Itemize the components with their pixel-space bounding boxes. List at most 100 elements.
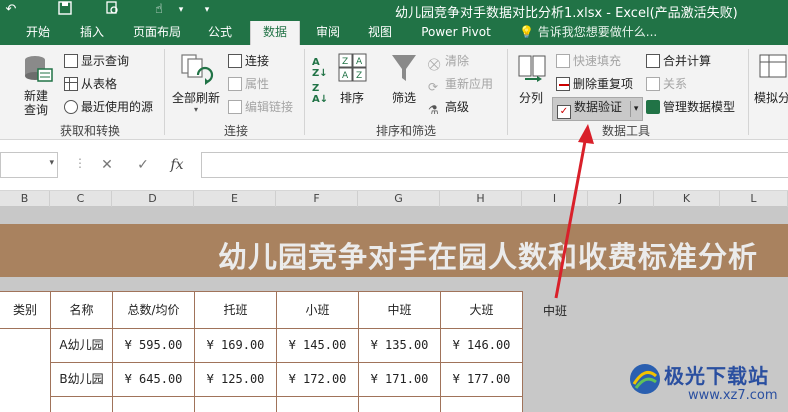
row-value-cell[interactable] [276,396,359,412]
remove-duplicates-button[interactable]: 删除重复项 [556,76,633,92]
row-value-cell[interactable]: ¥ 135.00 [358,328,441,363]
advanced-filter-button[interactable]: ⚗ 高级 [428,99,469,117]
header-cell-name[interactable]: 名称 [50,291,113,329]
reapply-icon: ⟳ [428,80,439,94]
tab-formulas[interactable]: 公式 [198,21,242,45]
column-header[interactable]: L [720,191,788,207]
tab-page-layout[interactable]: 页面布局 [126,21,188,45]
header-cell-middle[interactable]: 中班 [358,291,441,329]
edit-links-button[interactable]: 编辑链接 [228,99,293,115]
aurora-logo-icon [630,364,660,394]
data-validation-dropdown-icon[interactable]: ▾ [629,101,638,117]
qat-customize-chevron-icon[interactable]: ▾ [172,1,190,19]
tab-power-pivot[interactable]: Power Pivot [416,21,496,45]
watermark: 极光下载站 www.xz7.com [626,358,786,410]
from-table-button[interactable]: 从表格 [64,76,117,92]
filter-label: 筛选 [392,91,417,105]
column-header[interactable]: C [50,191,112,207]
header-cell-junior[interactable]: 小班 [276,291,359,329]
clear-filter-button[interactable]: ⛒ 清除 [428,53,469,71]
sort-za-small-button[interactable]: Z A↓ [312,83,330,107]
row-value-cell[interactable]: ¥ 125.00 [194,362,277,397]
row-value-cell[interactable] [112,396,195,412]
row-value-cell[interactable]: ¥ 171.00 [358,362,441,397]
tab-view[interactable]: 视图 [360,21,400,45]
group-label-data-tools: 数据工具 [602,124,651,138]
row-value-cell[interactable] [440,396,523,412]
text-to-columns-button[interactable]: 分列 [515,53,549,117]
sort-descending-icon: Z A↓ [312,83,329,105]
cancel-entry-button[interactable]: ✕ [96,154,118,176]
group-label-sort-filter: 排序和筛选 [376,124,437,138]
column-header[interactable]: D [112,191,194,207]
row-name-cell[interactable]: A幼儿园 [50,328,113,363]
tab-review[interactable]: 审阅 [308,21,348,45]
group-separator [164,49,165,135]
reapply-button[interactable]: ⟳ 重新应用 [428,76,493,94]
recent-sources-button[interactable]: 最近使用的源 [64,99,153,115]
tab-data[interactable]: 数据 [250,21,300,45]
text-to-columns-icon [518,55,546,82]
group-separator [748,49,749,135]
column-header[interactable]: F [276,191,358,207]
tab-home[interactable]: 开始 [18,21,58,45]
sort-button[interactable]: Z A A Z 排序 [336,53,370,117]
cell-i-header[interactable]: 中班 [543,302,567,319]
name-box-dropdown-icon[interactable]: ▾ [49,158,54,168]
column-header[interactable]: E [194,191,276,207]
manage-data-model-button[interactable]: 管理数据模型 [646,99,735,115]
column-header[interactable]: B [0,191,50,207]
what-if-analysis-button[interactable]: 模拟分 [752,53,788,117]
row-name-cell[interactable]: B幼儿园 [50,362,113,397]
category-merged-cell[interactable] [0,328,51,412]
tab-insert[interactable]: 插入 [72,21,112,45]
print-preview-icon[interactable] [103,1,121,19]
consolidate-icon [646,54,660,68]
show-query-button[interactable]: 显示查询 [64,53,129,69]
properties-button[interactable]: 属性 [228,76,269,92]
relationships-button[interactable]: 关系 [646,76,687,92]
new-query-button[interactable]: 新建 查询 [18,53,58,117]
header-cell-category[interactable]: 类别 [0,291,51,329]
header-cell-nursery[interactable]: 托班 [194,291,277,329]
column-header[interactable]: H [440,191,522,207]
row-value-cell[interactable]: ¥ 595.00 [112,328,195,363]
name-box[interactable]: ▾ [0,152,58,178]
qat-more-icon[interactable]: ▾ [198,1,216,19]
row-name-cell[interactable] [50,396,113,412]
header-cell-total[interactable]: 总数/均价 [112,291,195,329]
refresh-all-icon [181,54,214,85]
save-icon[interactable] [56,1,74,19]
banner-title: 幼儿园竞争对手在园人数和收费标准分析 [217,240,758,274]
column-header[interactable]: K [654,191,720,207]
undo-arrow-icon[interactable]: ↶ [2,1,20,19]
formula-bar-grip-icon[interactable]: ⋮ [74,156,86,170]
svg-text:Z: Z [356,71,362,81]
column-header[interactable]: I [522,191,588,207]
refresh-all-dropdown-icon[interactable]: ▾ [194,105,198,114]
consolidate-button[interactable]: 合并计算 [646,53,711,69]
column-header[interactable]: J [588,191,654,207]
row-value-cell[interactable]: ¥ 172.00 [276,362,359,397]
connections-button[interactable]: 连接 [228,53,269,69]
row-value-cell[interactable] [358,396,441,412]
svg-text:A: A [356,57,363,67]
insert-function-button[interactable]: fx [166,154,188,176]
title-banner[interactable]: 幼儿园竞争对手在园人数和收费标准分析 [0,224,788,277]
row-value-cell[interactable]: ¥ 146.00 [440,328,523,363]
filter-button[interactable]: 筛选 [388,53,422,117]
confirm-entry-button[interactable]: ✓ [132,154,154,176]
data-validation-button[interactable]: ✓ 数据验证 ▾ [552,97,644,121]
row-value-cell[interactable]: ¥ 645.00 [112,362,195,397]
row-value-cell[interactable]: ¥ 169.00 [194,328,277,363]
tell-me-search[interactable]: 💡 告诉我您想要做什么... [519,21,657,45]
row-value-cell[interactable]: ¥ 177.00 [440,362,523,397]
flash-fill-button[interactable]: 快速填充 [556,53,621,69]
refresh-all-button[interactable]: 全部刷新 ▾ [172,53,222,117]
column-header[interactable]: G [358,191,440,207]
header-cell-senior[interactable]: 大班 [440,291,523,329]
row-value-cell[interactable] [194,396,277,412]
row-value-cell[interactable]: ¥ 145.00 [276,328,359,363]
touch-mode-icon[interactable]: ☝ [150,1,168,19]
formula-input[interactable] [201,152,788,178]
